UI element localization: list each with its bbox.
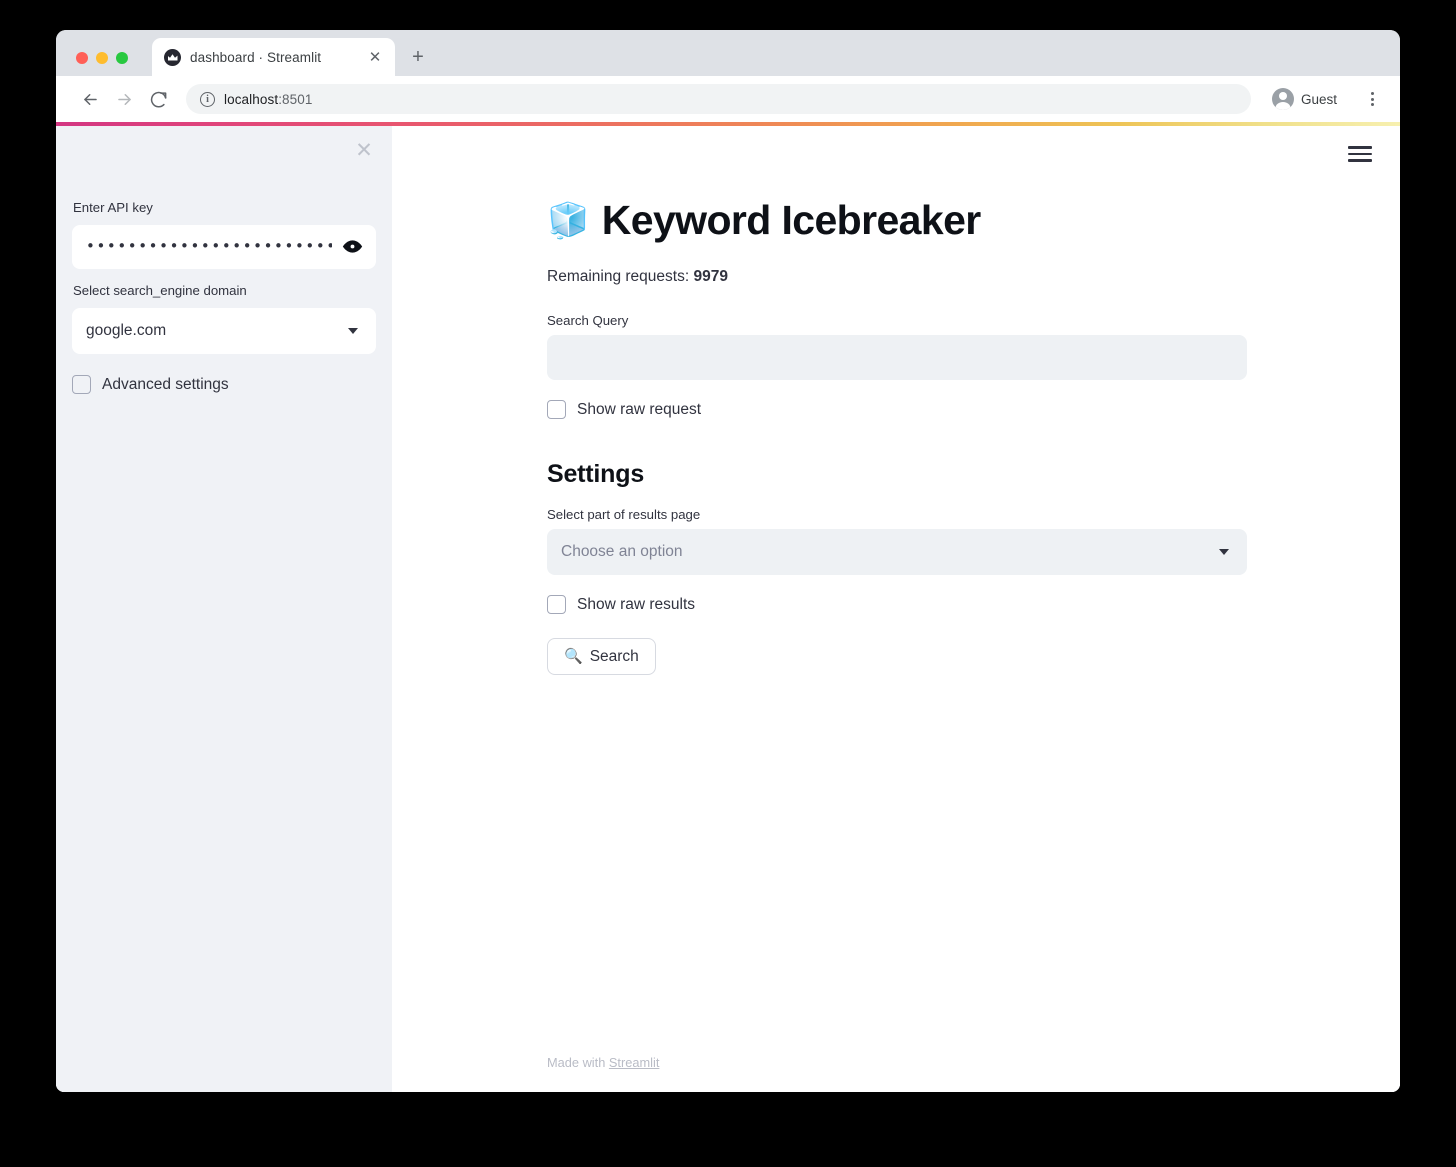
browser-toolbar: i localhost:8501 Guest [56,76,1400,122]
domain-select-label: Select search_engine domain [72,281,376,301]
eye-icon[interactable] [340,235,364,259]
remaining-requests-count: 9979 [693,268,727,285]
search-query-label: Search Query [547,313,1247,328]
results-part-select[interactable]: Choose an option [547,529,1247,575]
address-host: localhost [224,92,278,107]
show-raw-results-checkbox[interactable]: Show raw results [547,594,1247,616]
address-bar[interactable]: i localhost:8501 [186,84,1251,114]
avatar [1272,88,1294,110]
magnifying-glass-icon: 🔍 [564,649,583,664]
address-bar-url: localhost:8501 [224,92,312,107]
streamlit-app: ✕ Enter API key ••••••••••••••••••••••••… [56,122,1400,1092]
remaining-requests-prefix: Remaining requests: [547,268,693,285]
api-key-masked-value: •••••••••••••••••••••••••••••••••• [86,239,332,254]
browser-menu-icon[interactable] [1358,85,1386,113]
forward-arrow-icon[interactable] [108,83,140,115]
show-raw-request-label: Show raw request [577,399,701,421]
advanced-settings-label: Advanced settings [102,374,229,396]
main-content: 🧊 Keyword Icebreaker Remaining requests:… [547,126,1247,675]
search-button[interactable]: 🔍 Search [547,638,656,675]
domain-select-group: Select search_engine domain google.com [72,281,376,354]
search-button-label: Search [590,648,639,666]
streamlit-link[interactable]: Streamlit [609,1055,660,1070]
footer: Made with Streamlit [547,1055,659,1070]
window-traffic-lights [76,52,128,64]
site-info-icon[interactable]: i [200,92,215,107]
streamlit-logo-icon [164,49,181,66]
search-query-input[interactable] [547,335,1247,380]
back-arrow-icon[interactable] [74,83,106,115]
remaining-requests: Remaining requests: 9979 [547,265,1247,290]
results-part-label: Select part of results page [547,507,1247,522]
domain-select-value: google.com [86,322,166,340]
advanced-settings-checkbox[interactable]: Advanced settings [72,374,376,396]
page-title-text: Keyword Icebreaker [602,198,981,243]
ice-cube-icon: 🧊 [547,204,589,238]
app-body: ✕ Enter API key ••••••••••••••••••••••••… [56,126,1400,1092]
chevron-down-icon [1219,549,1229,555]
sidebar-close-icon[interactable]: ✕ [350,136,378,164]
checkbox-box[interactable] [547,595,566,614]
chevron-down-icon [348,328,358,334]
checkbox-box[interactable] [547,400,566,419]
address-port: :8501 [278,92,312,107]
minimize-window-button[interactable] [96,52,108,64]
profile-chip[interactable]: Guest [1267,84,1350,114]
tab-title: dashboard · Streamlit [190,50,356,65]
reload-icon[interactable] [142,83,174,115]
tab-strip: dashboard · Streamlit ✕ + [56,30,1400,76]
results-part-value: Choose an option [561,543,683,561]
new-tab-button[interactable]: + [403,42,433,72]
page-title: 🧊 Keyword Icebreaker [547,198,1247,243]
close-tab-icon[interactable]: ✕ [365,47,385,67]
browser-tab[interactable]: dashboard · Streamlit ✕ [152,38,395,76]
domain-select[interactable]: google.com [72,308,376,354]
settings-heading: Settings [547,459,1247,489]
close-window-button[interactable] [76,52,88,64]
sidebar: ✕ Enter API key ••••••••••••••••••••••••… [56,126,392,1092]
browser-window: dashboard · Streamlit ✕ + i localhost:85… [56,30,1400,1092]
api-key-label: Enter API key [72,198,376,218]
api-key-field-group: Enter API key ••••••••••••••••••••••••••… [72,198,376,269]
footer-prefix: Made with [547,1055,609,1070]
hamburger-icon[interactable] [1346,140,1374,168]
profile-name: Guest [1301,92,1337,107]
main-panel: 🧊 Keyword Icebreaker Remaining requests:… [392,126,1400,1092]
show-raw-results-label: Show raw results [577,594,695,616]
show-raw-request-checkbox[interactable]: Show raw request [547,399,1247,421]
api-key-input[interactable]: •••••••••••••••••••••••••••••••••• [72,225,376,269]
checkbox-box[interactable] [72,375,91,394]
maximize-window-button[interactable] [116,52,128,64]
